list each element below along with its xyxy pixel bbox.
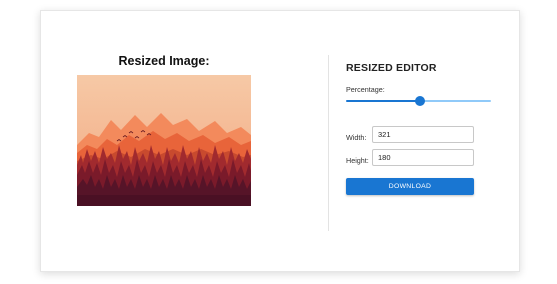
resized-image [77, 75, 251, 206]
height-input[interactable] [372, 149, 474, 166]
width-input[interactable] [372, 126, 474, 143]
slider-track-filled [346, 100, 420, 102]
width-label: Width: [346, 133, 367, 142]
editor-title: RESIZED EDITOR [346, 62, 437, 74]
resize-card: Resized Image: RESIZED EDITOR Percentage… [40, 10, 520, 272]
column-divider [328, 55, 329, 231]
slider-track-rest [420, 100, 491, 102]
resized-image-title: Resized Image: [118, 54, 210, 68]
height-label: Height: [346, 156, 369, 165]
slider-thumb[interactable] [415, 96, 425, 106]
percentage-slider[interactable] [346, 95, 491, 107]
percentage-label: Percentage: [346, 85, 385, 94]
download-button[interactable]: DOWNLOAD [346, 178, 474, 195]
